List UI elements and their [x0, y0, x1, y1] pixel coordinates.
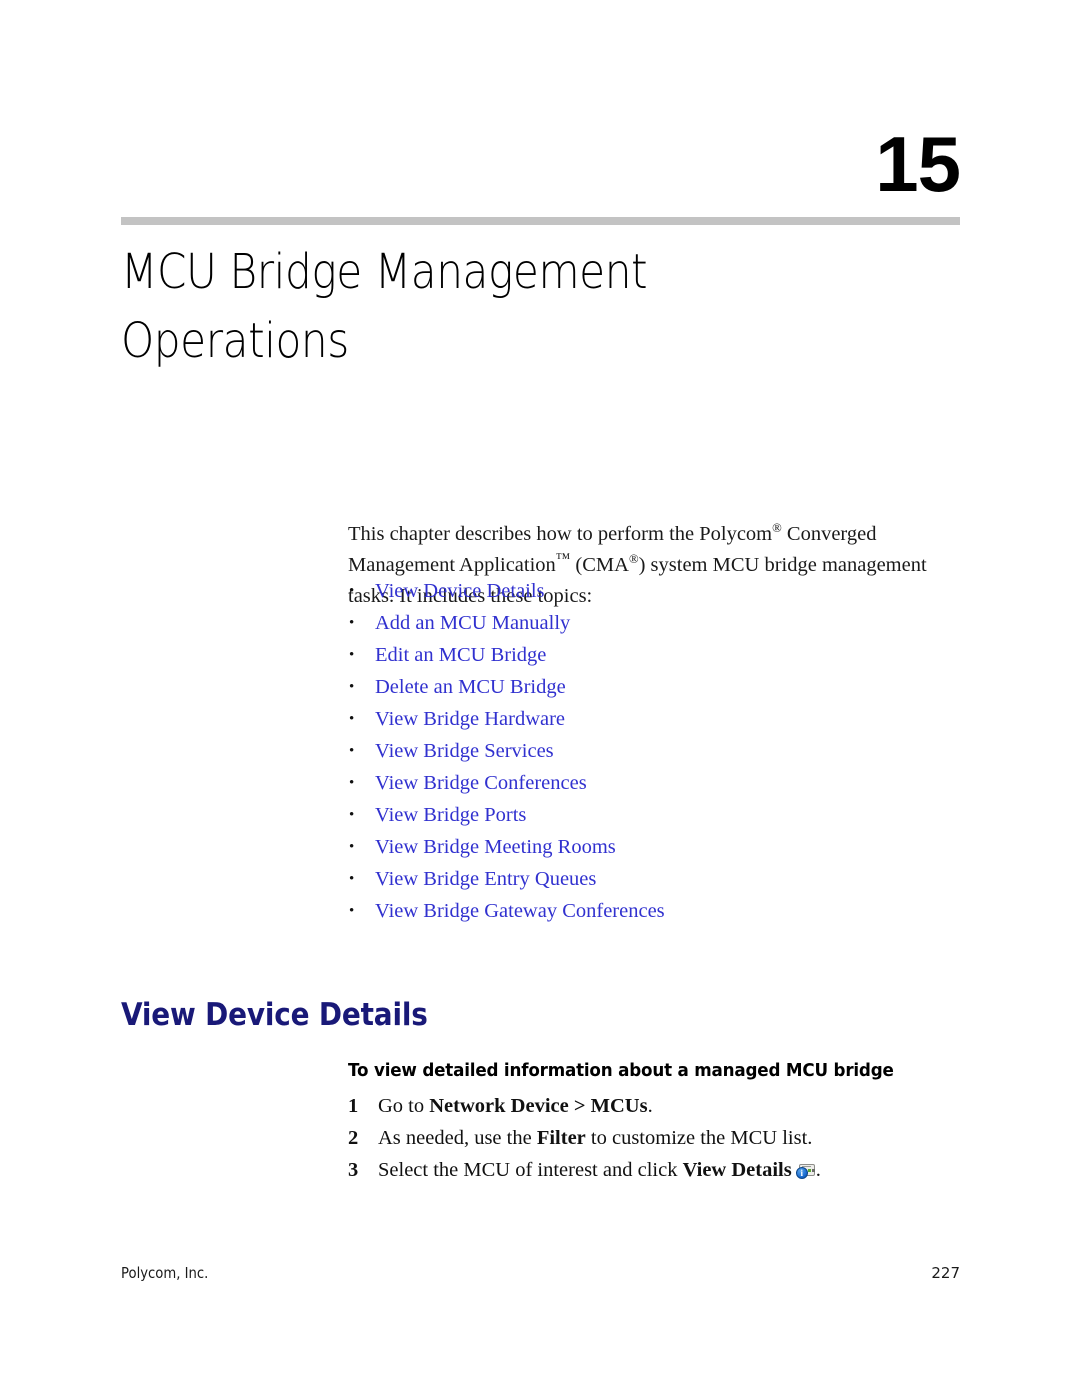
step-number: 1 [348, 1095, 359, 1117]
chapter-title-line-1: MCU Bridge Management [121, 244, 648, 300]
chapter-title: MCU Bridge Management Operations [121, 238, 790, 376]
procedure-step-list: 1 Go to Network Device > MCUs. 2 As needed… [348, 1090, 948, 1186]
step-text-suffix: to customize the MCU list. [585, 1127, 813, 1149]
topic-link-view-bridge-ports[interactable]: View Bridge Ports [375, 804, 526, 826]
device-led-green [807, 1169, 811, 1172]
trademark-mark-application: ™ [555, 550, 571, 567]
intro-text-1: This chapter describes how to perform th… [348, 522, 773, 545]
list-item[interactable]: • Delete an MCU Bridge [348, 671, 948, 703]
topic-link-add-an-mcu-manually[interactable]: Add an MCU Manually [375, 612, 570, 634]
topic-link-view-bridge-conferences[interactable]: View Bridge Conferences [375, 772, 587, 794]
topic-link-delete-an-mcu-bridge[interactable]: Delete an MCU Bridge [375, 676, 566, 698]
bullet-icon: • [349, 839, 355, 855]
topic-link-view-bridge-gateway-conferences[interactable]: View Bridge Gateway Conferences [375, 900, 665, 922]
step-text-prefix: Go to [378, 1095, 430, 1117]
bullet-icon: • [349, 807, 355, 823]
list-item[interactable]: • View Bridge Entry Queues [348, 863, 948, 895]
list-item: 1 Go to Network Device > MCUs. [348, 1090, 948, 1122]
list-item[interactable]: • View Bridge Gateway Conferences [348, 895, 948, 927]
topic-link-view-bridge-hardware[interactable]: View Bridge Hardware [375, 708, 565, 730]
footer-page-number: 227 [931, 1264, 960, 1282]
bullet-icon: • [349, 711, 355, 727]
step-number: 3 [348, 1159, 359, 1181]
bullet-icon: • [349, 647, 355, 663]
list-item[interactable]: • View Bridge Hardware [348, 703, 948, 735]
list-item: 2 As needed, use the Filter to customize … [348, 1122, 948, 1154]
chapter-title-line-2: Operations [121, 313, 349, 369]
registered-mark-polycom: ® [772, 520, 782, 535]
topic-link-list: • View Device Details • Add an MCU Manua… [348, 575, 948, 927]
device-led-dark [811, 1169, 815, 1172]
view-details-device-info-icon [795, 1163, 815, 1179]
step-text-suffix: . [815, 1159, 821, 1181]
list-item[interactable]: • View Bridge Services [348, 735, 948, 767]
procedure-heading: To view detailed information about a man… [348, 1060, 894, 1081]
step-emphasis-view-details: View Details [682, 1159, 792, 1181]
topic-link-view-bridge-meeting-rooms[interactable]: View Bridge Meeting Rooms [375, 836, 616, 858]
registered-mark-cma: ® [628, 551, 639, 566]
list-item[interactable]: • Edit an MCU Bridge [348, 639, 948, 671]
document-page: 15 MCU Bridge Management Operations This… [0, 0, 1080, 1397]
step-emphasis-filter: Filter [536, 1127, 586, 1149]
step-text-prefix: Select the MCU of interest and click [378, 1159, 683, 1181]
list-item[interactable]: • View Bridge Ports [348, 799, 948, 831]
list-item: 3 Select the MCU of interest and click Vi… [348, 1154, 948, 1186]
bullet-icon: • [349, 615, 355, 631]
info-badge-icon [795, 1167, 808, 1179]
topic-link-view-bridge-entry-queues[interactable]: View Bridge Entry Queues [375, 868, 596, 890]
header-divider-rule [121, 217, 960, 225]
list-item[interactable]: • View Bridge Meeting Rooms [348, 831, 948, 863]
list-item[interactable]: • View Device Details [348, 575, 948, 607]
step-number: 2 [348, 1127, 359, 1149]
list-item[interactable]: • View Bridge Conferences [348, 767, 948, 799]
list-item[interactable]: • Add an MCU Manually [348, 607, 948, 639]
topic-link-view-device-details[interactable]: View Device Details [375, 580, 545, 602]
step-text-suffix: . [647, 1095, 653, 1117]
bullet-icon: • [349, 871, 355, 887]
bullet-icon: • [349, 583, 355, 599]
step-emphasis-menu-path: Network Device > MCUs [429, 1095, 648, 1117]
chapter-number: 15 [875, 120, 961, 208]
step-text-prefix: As needed, use the [378, 1127, 537, 1149]
bullet-icon: • [349, 679, 355, 695]
topic-link-view-bridge-services[interactable]: View Bridge Services [375, 740, 554, 762]
section-heading-view-device-details: View Device Details [121, 996, 428, 1033]
topic-link-edit-an-mcu-bridge[interactable]: Edit an MCU Bridge [375, 644, 546, 666]
bullet-icon: • [349, 743, 355, 759]
intro-text-3: (CMA [570, 553, 629, 576]
bullet-icon: • [349, 903, 355, 919]
bullet-icon: • [349, 775, 355, 791]
